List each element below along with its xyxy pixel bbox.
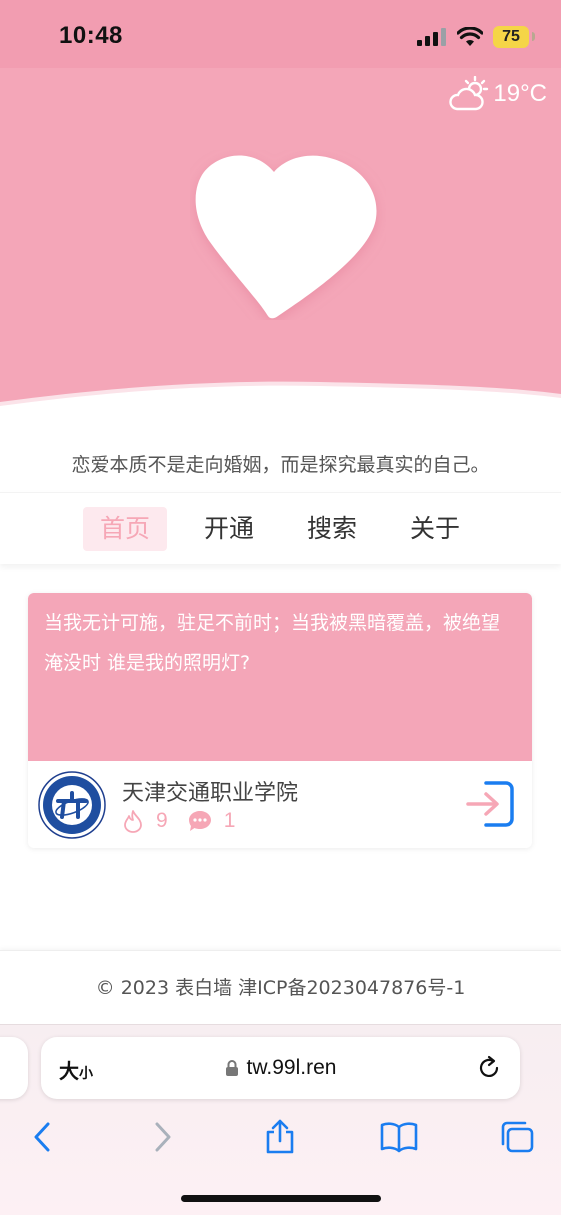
share-button[interactable] [260, 1117, 300, 1157]
forward-button[interactable] [143, 1117, 183, 1157]
status-icons: 75 [417, 24, 535, 50]
nav-item-about[interactable]: 关于 [393, 507, 477, 551]
partly-cloudy-icon [449, 76, 489, 111]
cellular-signal-icon [417, 28, 446, 46]
url-display: tw.99l.ren [41, 1037, 520, 1099]
share-icon [266, 1119, 294, 1154]
battery-icon: 75 [493, 26, 535, 48]
nav-item-home[interactable]: 首页 [83, 507, 167, 551]
wifi-icon [457, 27, 483, 46]
weather-widget: 19°C [449, 76, 547, 112]
page: 10:48 75 19°C 恋爱本质不是走向婚姻，而是探究最真实的自己。 首页 … [0, 0, 561, 1215]
chevron-right-icon [155, 1122, 171, 1152]
school-logo-icon [38, 771, 106, 839]
tabs-icon [501, 1121, 534, 1153]
reload-icon[interactable] [476, 1055, 502, 1081]
hero-banner: 19°C [0, 68, 561, 418]
like-count: 9 [156, 809, 168, 832]
previous-tab-preview[interactable] [0, 1037, 28, 1099]
main-nav: 首页 开通 搜索 关于 [0, 492, 561, 564]
post-stats: 9 1 [122, 809, 255, 833]
motto-text: 恋爱本质不是走向婚姻，而是探究最真实的自己。 [71, 454, 490, 476]
flame-icon[interactable] [122, 809, 144, 833]
nav-item-search[interactable]: 搜索 [290, 507, 374, 551]
chevron-left-icon [34, 1122, 50, 1152]
home-indicator [181, 1195, 381, 1202]
tabs-button[interactable] [497, 1117, 537, 1157]
comment-count: 1 [223, 809, 236, 832]
book-icon [380, 1122, 418, 1153]
comment-icon[interactable] [188, 810, 212, 832]
status-bar: 10:48 75 [0, 0, 561, 68]
hero-wave [0, 381, 561, 418]
enter-post-icon[interactable] [464, 777, 516, 831]
nav-item-open[interactable]: 开通 [187, 507, 271, 551]
battery-level: 75 [502, 28, 520, 45]
post-content: 当我无计可施，驻足不前时；当我被黑暗覆盖，被绝望淹没时 谁是我的照明灯? [28, 593, 532, 761]
url-text: tw.99l.ren [246, 1056, 337, 1079]
lock-icon [225, 1060, 238, 1076]
site-footer: © 2023 表白墙 津ICP备2023047876号-1 [0, 950, 561, 1024]
post-card[interactable]: 当我无计可施，驻足不前时；当我被黑暗覆盖，被绝望淹没时 谁是我的照明灯? 天津交… [28, 593, 532, 848]
status-time: 10:48 [59, 22, 123, 49]
address-bar[interactable]: 大小 tw.99l.ren [41, 1037, 520, 1099]
school-name: 天津交通职业学院 [122, 781, 299, 806]
browser-toolbar: 大小 tw.99l.ren [0, 1024, 561, 1215]
bookmarks-button[interactable] [379, 1117, 419, 1157]
post-footer: 天津交通职业学院 9 1 [28, 761, 532, 848]
weather-temperature: 19°C [493, 80, 547, 107]
back-button[interactable] [22, 1117, 62, 1157]
heart-icon [195, 155, 377, 319]
